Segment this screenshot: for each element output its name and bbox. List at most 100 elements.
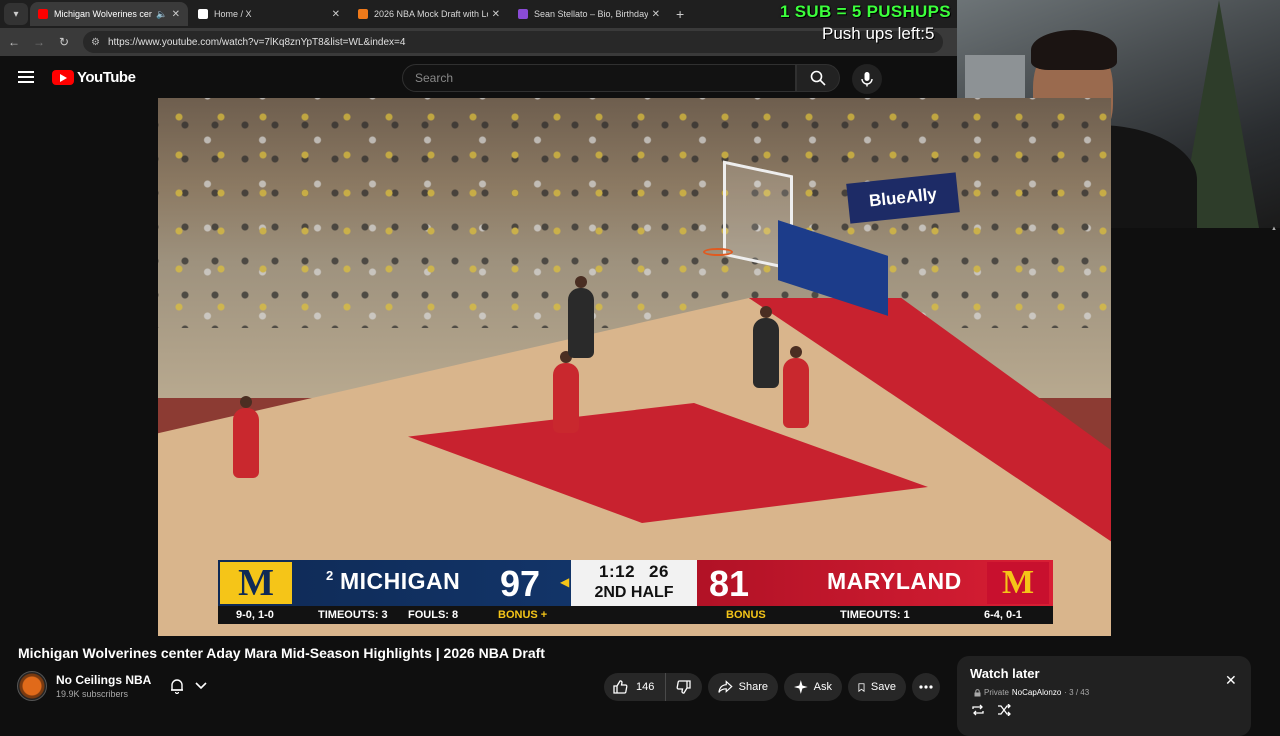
share-icon	[718, 680, 733, 693]
youtube-play-icon	[52, 69, 74, 85]
game-period: 2ND HALF	[594, 584, 674, 601]
scroll-up-icon[interactable]: ▲	[1271, 226, 1277, 232]
search-button[interactable]	[796, 64, 840, 92]
tab-close-icon[interactable]: ✕	[172, 9, 180, 20]
away-team-name: MARYLAND	[827, 568, 962, 594]
youtube-wordmark: YouTube	[77, 68, 136, 86]
menu-icon[interactable]	[18, 71, 34, 83]
new-tab-icon[interactable]: +	[676, 6, 684, 22]
like-button[interactable]: 146	[604, 673, 666, 701]
playlist-position: · 3 / 43	[1064, 688, 1090, 697]
home-record: 9-0, 1-0	[236, 609, 274, 621]
close-icon[interactable]: ✕	[1225, 672, 1237, 689]
notifications-button[interactable]	[160, 672, 216, 700]
time-remaining: 1:12	[599, 562, 636, 581]
x-favicon-icon	[198, 9, 208, 19]
sparkle-icon	[794, 680, 808, 694]
sub-goal-overlay: 1 SUB = 5 PUSHUPS	[780, 2, 951, 21]
player	[783, 346, 809, 428]
like-count: 146	[636, 681, 655, 693]
away-team-panel: 81 MARYLAND M	[697, 560, 1053, 606]
voice-search-button[interactable]	[852, 64, 882, 94]
tab-search-button[interactable]: ▾	[4, 3, 28, 25]
playlist-owner[interactable]: NoCapAlonzo	[1012, 688, 1061, 697]
player	[568, 276, 594, 358]
lock-icon	[974, 688, 981, 696]
channel-name[interactable]: No Ceilings NBA	[56, 673, 151, 687]
save-button[interactable]: Save	[848, 673, 906, 701]
away-record: 6-4, 0-1	[984, 609, 1022, 621]
microphone-icon	[861, 72, 873, 87]
playlist-panel: Watch later Private NoCapAlonzo · 3 / 43…	[957, 656, 1251, 736]
possession-arrow-icon: ◀	[560, 575, 570, 589]
video-player[interactable]: BlueAlly M 2 MICHIGAN 97 ◀ 1:12 26 2ND HA…	[158, 98, 1111, 636]
thumbs-up-icon	[613, 680, 628, 694]
back-arrow-icon[interactable]: ←	[3, 35, 25, 49]
scoreboard: M 2 MICHIGAN 97 ◀ 1:12 26 2ND HALF 81 MAR…	[218, 560, 1053, 624]
tab-title: Sean Stellato – Bio, Birthday, Ag	[534, 9, 648, 19]
youtube-logo[interactable]: YouTube	[52, 68, 136, 86]
maryland-logo: M	[987, 562, 1049, 604]
bell-icon	[171, 679, 183, 694]
shot-clock: 26	[649, 562, 669, 581]
basketball-rim	[703, 248, 733, 256]
address-bar: ← → ↻ ⚙ https://www.youtube.com/watch?v=…	[0, 28, 960, 56]
speaker-icon[interactable]: 🔈	[156, 9, 167, 20]
tab-close-icon[interactable]: ✕	[332, 9, 340, 20]
loop-icon[interactable]	[971, 704, 985, 716]
search-input[interactable]: Search	[402, 64, 796, 92]
thumbs-down-icon	[676, 680, 691, 694]
search-icon	[810, 70, 826, 86]
video-title: Michigan Wolverines center Aday Mara Mid…	[18, 645, 545, 661]
channel-avatar[interactable]	[17, 671, 47, 701]
like-dislike-group: 146	[604, 673, 702, 701]
player	[233, 396, 259, 478]
youtube-header: YouTube Search	[0, 56, 957, 98]
site-favicon-icon	[518, 9, 528, 19]
more-actions-button[interactable]	[912, 673, 940, 701]
pushups-left-overlay: Push ups left:5	[822, 24, 935, 43]
home-timeouts: TIMEOUTS: 3	[318, 609, 388, 621]
url-text: https://www.youtube.com/watch?v=7lKq8znY…	[107, 36, 406, 48]
site-info-icon[interactable]: ⚙	[91, 37, 100, 48]
playlist-title[interactable]: Watch later	[970, 666, 1040, 681]
home-rank: 2	[326, 568, 334, 583]
crowd-fans	[158, 98, 1111, 328]
chevron-down-icon	[195, 682, 207, 690]
player	[553, 351, 579, 433]
subscriber-count: 19.9K subscribers	[56, 689, 129, 699]
tab-mock-draft[interactable]: 2026 NBA Mock Draft with Lott ✕	[350, 2, 508, 26]
site-favicon-icon	[358, 9, 368, 19]
tab-title: Home / X	[214, 9, 252, 19]
away-score: 81	[709, 563, 750, 604]
tab-close-icon[interactable]: ✕	[652, 9, 660, 20]
save-label: Save	[870, 681, 896, 693]
michigan-logo: M	[220, 562, 292, 604]
tab-close-icon[interactable]: ✕	[492, 9, 500, 20]
reload-icon[interactable]: ↻	[53, 35, 75, 49]
home-team-panel: M 2 MICHIGAN 97 ◀	[218, 560, 571, 606]
dislike-button[interactable]	[666, 673, 702, 701]
ask-button[interactable]: Ask	[784, 673, 842, 701]
playlist-controls	[971, 704, 1011, 716]
shuffle-icon[interactable]	[997, 704, 1011, 716]
more-horizontal-icon	[919, 685, 933, 689]
home-fouls: FOULS: 8	[408, 609, 459, 621]
tab-youtube[interactable]: Michigan Wolverines cente 🔈 ✕	[30, 2, 188, 26]
tab-sean-stellato[interactable]: Sean Stellato – Bio, Birthday, Ag ✕	[510, 2, 668, 26]
home-team-name: MICHIGAN	[340, 568, 461, 594]
youtube-favicon-icon	[38, 9, 48, 19]
url-field[interactable]: ⚙ https://www.youtube.com/watch?v=7lKq8z…	[83, 31, 943, 53]
playlist-privacy: Private	[984, 688, 1009, 697]
streamer-hair	[1031, 30, 1117, 70]
away-timeouts: TIMEOUTS: 1	[840, 609, 910, 621]
share-button[interactable]: Share	[708, 673, 778, 701]
ask-label: Ask	[813, 681, 832, 693]
player	[753, 306, 779, 388]
playlist-meta: Private NoCapAlonzo · 3 / 43	[974, 688, 1089, 697]
tab-x[interactable]: Home / X ✕	[190, 2, 348, 26]
bookmark-icon	[858, 682, 865, 692]
away-bonus: BONUS	[726, 609, 766, 621]
home-bonus: BONUS +	[498, 609, 548, 621]
forward-arrow-icon[interactable]: →	[28, 35, 50, 49]
